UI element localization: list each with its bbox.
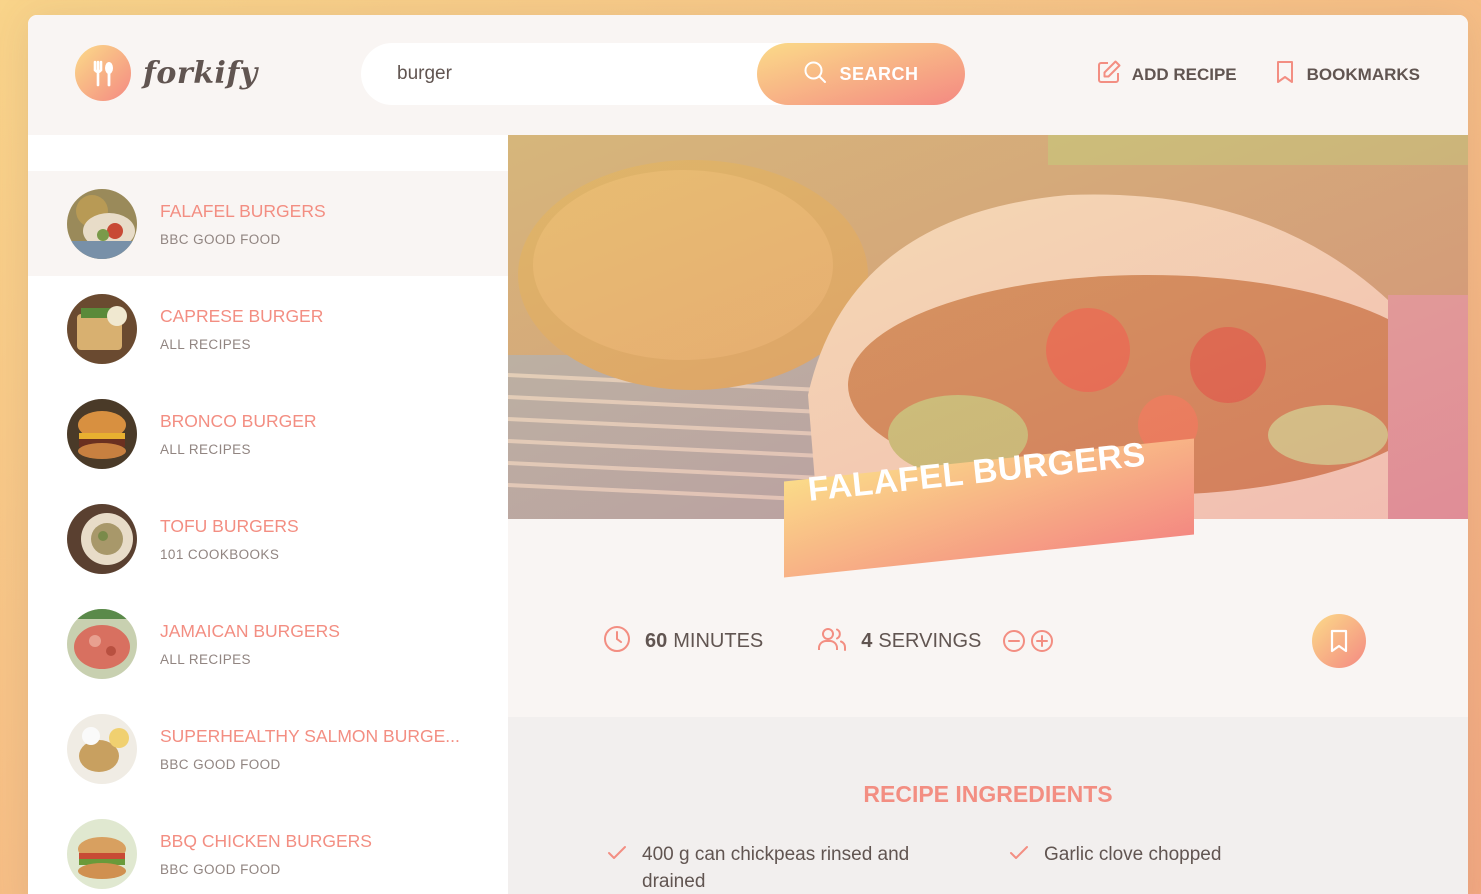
edit-icon (1096, 59, 1122, 90)
result-item[interactable]: TOFU BURGERS 101 COOKBOOKS (28, 486, 508, 591)
result-publisher: BBC GOOD FOOD (160, 231, 281, 247)
result-item[interactable]: BRONCO BURGER ALL RECIPES (28, 381, 508, 486)
recipe-details: 60 MINUTES 4 SERVINGS (603, 625, 1109, 657)
logo[interactable]: forkify (75, 45, 258, 101)
ingredient-item: Garlic clove chopped (1008, 841, 1344, 871)
bookmarks-label: BOOKMARKS (1306, 64, 1420, 84)
users-icon (817, 625, 847, 657)
ingredient-item: 400 g can chickpeas rinsed and drained (606, 841, 942, 894)
decrease-servings-button[interactable] (1001, 628, 1027, 654)
clock-icon (603, 625, 631, 657)
cooking-time-unit: MINUTES (673, 629, 764, 652)
result-publisher: BBC GOOD FOOD (160, 756, 281, 772)
result-item[interactable]: JAMAICAN BURGERS ALL RECIPES (28, 591, 508, 696)
result-item[interactable]: SUPERHEALTHY SALMON BURGE... BBC GOOD FO… (28, 696, 508, 801)
bookmark-icon (1273, 59, 1297, 90)
bookmarks-button[interactable]: BOOKMARKS (1273, 59, 1420, 90)
app-container: forkify SEARCH ADD RECIPE (28, 15, 1468, 894)
bookmark-recipe-button[interactable] (1312, 614, 1366, 668)
result-title: FALAFEL BURGERS (160, 200, 326, 221)
servings-unit: SERVINGS (878, 629, 982, 652)
result-item[interactable]: CAPRESE BURGER ALL RECIPES (28, 276, 508, 381)
check-icon (1008, 841, 1030, 871)
servings: 4 SERVINGS (817, 625, 1055, 657)
result-title: TOFU BURGERS (160, 515, 299, 536)
result-item[interactable]: FALAFEL BURGERS BBC GOOD FOOD (28, 171, 508, 276)
result-publisher: ALL RECIPES (160, 651, 251, 667)
cooking-time-value: 60 (645, 629, 668, 652)
ingredients-section: RECIPE INGREDIENTS 400 g can chickpeas r… (508, 717, 1468, 894)
result-publisher: 101 COOKBOOKS (160, 546, 280, 562)
add-recipe-label: ADD RECIPE (1131, 64, 1237, 84)
result-image (67, 608, 137, 679)
result-image (67, 503, 137, 574)
result-title: CAPRESE BURGER (160, 305, 324, 326)
result-image (67, 398, 137, 469)
search-results: FALAFEL BURGERS BBC GOOD FOOD CAPRESE BU… (28, 135, 508, 894)
plus-circle-icon (1031, 630, 1054, 652)
result-image (67, 293, 137, 364)
logo-text: forkify (143, 55, 258, 91)
result-image (67, 818, 137, 889)
increase-servings-button[interactable] (1029, 628, 1055, 654)
recipe-view: FALAFEL BURGERS 60 MINUTES 4 SERVINGS RE… (508, 135, 1468, 894)
check-icon (606, 841, 628, 871)
result-title: BBQ CHICKEN BURGERS (160, 830, 372, 851)
search-form: SEARCH (361, 43, 965, 105)
ingredient-text: 400 g can chickpeas rinsed and drained (642, 844, 910, 892)
result-publisher: ALL RECIPES (160, 336, 251, 352)
fork-knife-icon (75, 45, 131, 101)
ingredient-text: Garlic clove chopped (1044, 844, 1222, 865)
result-item[interactable]: BBQ CHICKEN BURGERS BBC GOOD FOOD (28, 801, 508, 894)
nav: ADD RECIPE BOOKMARKS (1096, 59, 1420, 90)
result-publisher: BBC GOOD FOOD (160, 861, 281, 877)
result-title: JAMAICAN BURGERS (160, 620, 340, 641)
minus-circle-icon (1003, 630, 1026, 652)
result-title: BRONCO BURGER (160, 410, 317, 431)
result-image (67, 713, 137, 784)
servings-stepper (1001, 628, 1055, 654)
result-publisher: ALL RECIPES (160, 441, 251, 457)
servings-value: 4 (861, 629, 873, 652)
result-image (67, 188, 137, 259)
search-button[interactable]: SEARCH (757, 43, 965, 105)
search-button-label: SEARCH (839, 63, 919, 84)
search-icon (803, 60, 827, 89)
result-title: SUPERHEALTHY SALMON BURGE... (160, 725, 460, 746)
header: forkify SEARCH ADD RECIPE (28, 15, 1468, 135)
ingredients-heading: RECIPE INGREDIENTS (863, 781, 1113, 807)
cooking-time: 60 MINUTES (603, 625, 763, 657)
bookmark-icon (1330, 629, 1348, 653)
add-recipe-button[interactable]: ADD RECIPE (1096, 59, 1237, 90)
search-input[interactable] (397, 63, 787, 85)
